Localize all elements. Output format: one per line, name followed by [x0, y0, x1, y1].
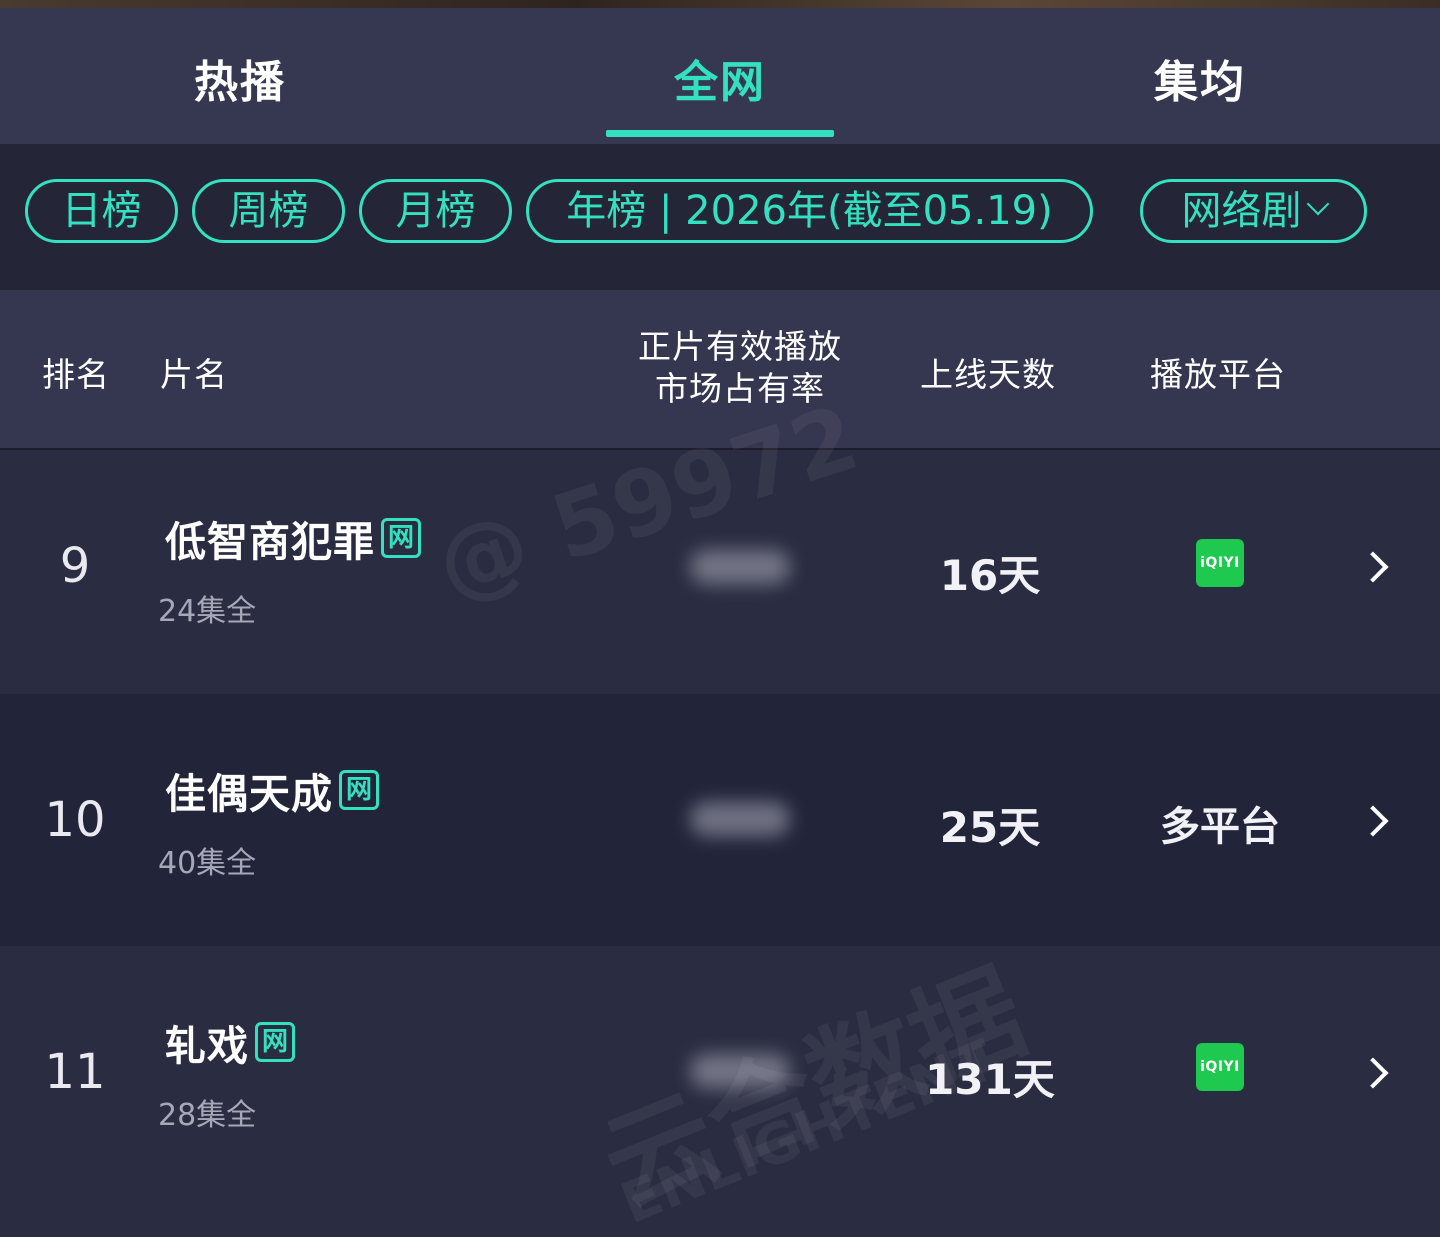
header-rank: 排名 [42, 355, 110, 394]
table-row[interactable]: 11 轧戏 网 28集全 131天 iQIYI [0, 946, 1440, 1196]
web-drama-badge: 网 [339, 770, 379, 810]
filter-bar: 日榜 周榜 月榜 年榜 | 2026年(截至05.19) 网络剧 [0, 144, 1440, 290]
filter-daily-button[interactable]: 日榜 [25, 179, 178, 243]
show-title: 轧戏 [165, 1022, 249, 1070]
iqiyi-logo-icon: iQIYI [1196, 539, 1244, 587]
chevron-down-icon [1306, 192, 1329, 216]
rank-number: 11 [44, 1044, 106, 1100]
header-days-online: 上线天数 [920, 355, 1056, 394]
tab-hot[interactable]: 热播 [0, 46, 480, 110]
rank-number: 9 [59, 538, 91, 594]
rank-number: 10 [44, 792, 106, 848]
chevron-right-icon[interactable] [1357, 1057, 1389, 1089]
next-row-edge [0, 1196, 1440, 1225]
days-online: 131天 [925, 1055, 1055, 1104]
header-title: 片名 [160, 355, 228, 394]
title-group: 佳偶天成 网 [165, 760, 379, 820]
tab-all-network[interactable]: 全网 [480, 46, 960, 110]
top-image-strip [0, 0, 1440, 8]
days-online: 16天 [939, 551, 1041, 600]
episode-count: 28集全 [158, 1098, 257, 1133]
header-platform: 播放平台 [1150, 355, 1286, 394]
web-drama-badge: 网 [381, 518, 421, 558]
iqiyi-logo-icon: iQIYI [1196, 1043, 1244, 1091]
platform-text: 多平台 [1160, 804, 1280, 850]
title-group: 轧戏 网 [165, 1012, 295, 1072]
category-dropdown[interactable]: 网络剧 [1140, 179, 1367, 243]
table-header: 排名 片名 正片有效播放 市场占有率 上线天数 播放平台 [0, 290, 1440, 450]
show-title: 低智商犯罪 [165, 518, 375, 566]
filter-monthly-button[interactable]: 月榜 [359, 179, 512, 243]
chevron-right-icon[interactable] [1357, 805, 1389, 837]
header-market-share: 正片有效播放 市场占有率 [630, 326, 850, 410]
category-dropdown-label: 网络剧 [1181, 188, 1302, 234]
web-drama-badge: 网 [255, 1022, 295, 1062]
days-online: 25天 [939, 803, 1041, 852]
market-share-blurred [690, 802, 790, 836]
title-group: 低智商犯罪 网 [165, 508, 421, 568]
show-title: 佳偶天成 [165, 770, 333, 818]
episode-count: 40集全 [158, 846, 257, 881]
header-market-share-line1: 正片有效播放 [638, 327, 842, 366]
tab-per-episode[interactable]: 集均 [960, 46, 1440, 110]
chevron-right-icon[interactable] [1357, 551, 1389, 583]
tab-bar: 热播 全网 集均 [0, 8, 1440, 144]
market-share-blurred [690, 550, 790, 584]
episode-count: 24集全 [158, 594, 257, 629]
table-row[interactable]: 10 佳偶天成 网 40集全 25天 多平台 [0, 694, 1440, 946]
table-row[interactable]: 9 低智商犯罪 网 24集全 16天 iQIYI [0, 450, 1440, 694]
header-market-share-line2: 市场占有率 [655, 369, 825, 408]
market-share-blurred [690, 1054, 790, 1088]
filter-yearly-button[interactable]: 年榜 | 2026年(截至05.19) [526, 179, 1093, 243]
active-tab-indicator [606, 130, 834, 137]
filter-weekly-button[interactable]: 周榜 [192, 179, 345, 243]
